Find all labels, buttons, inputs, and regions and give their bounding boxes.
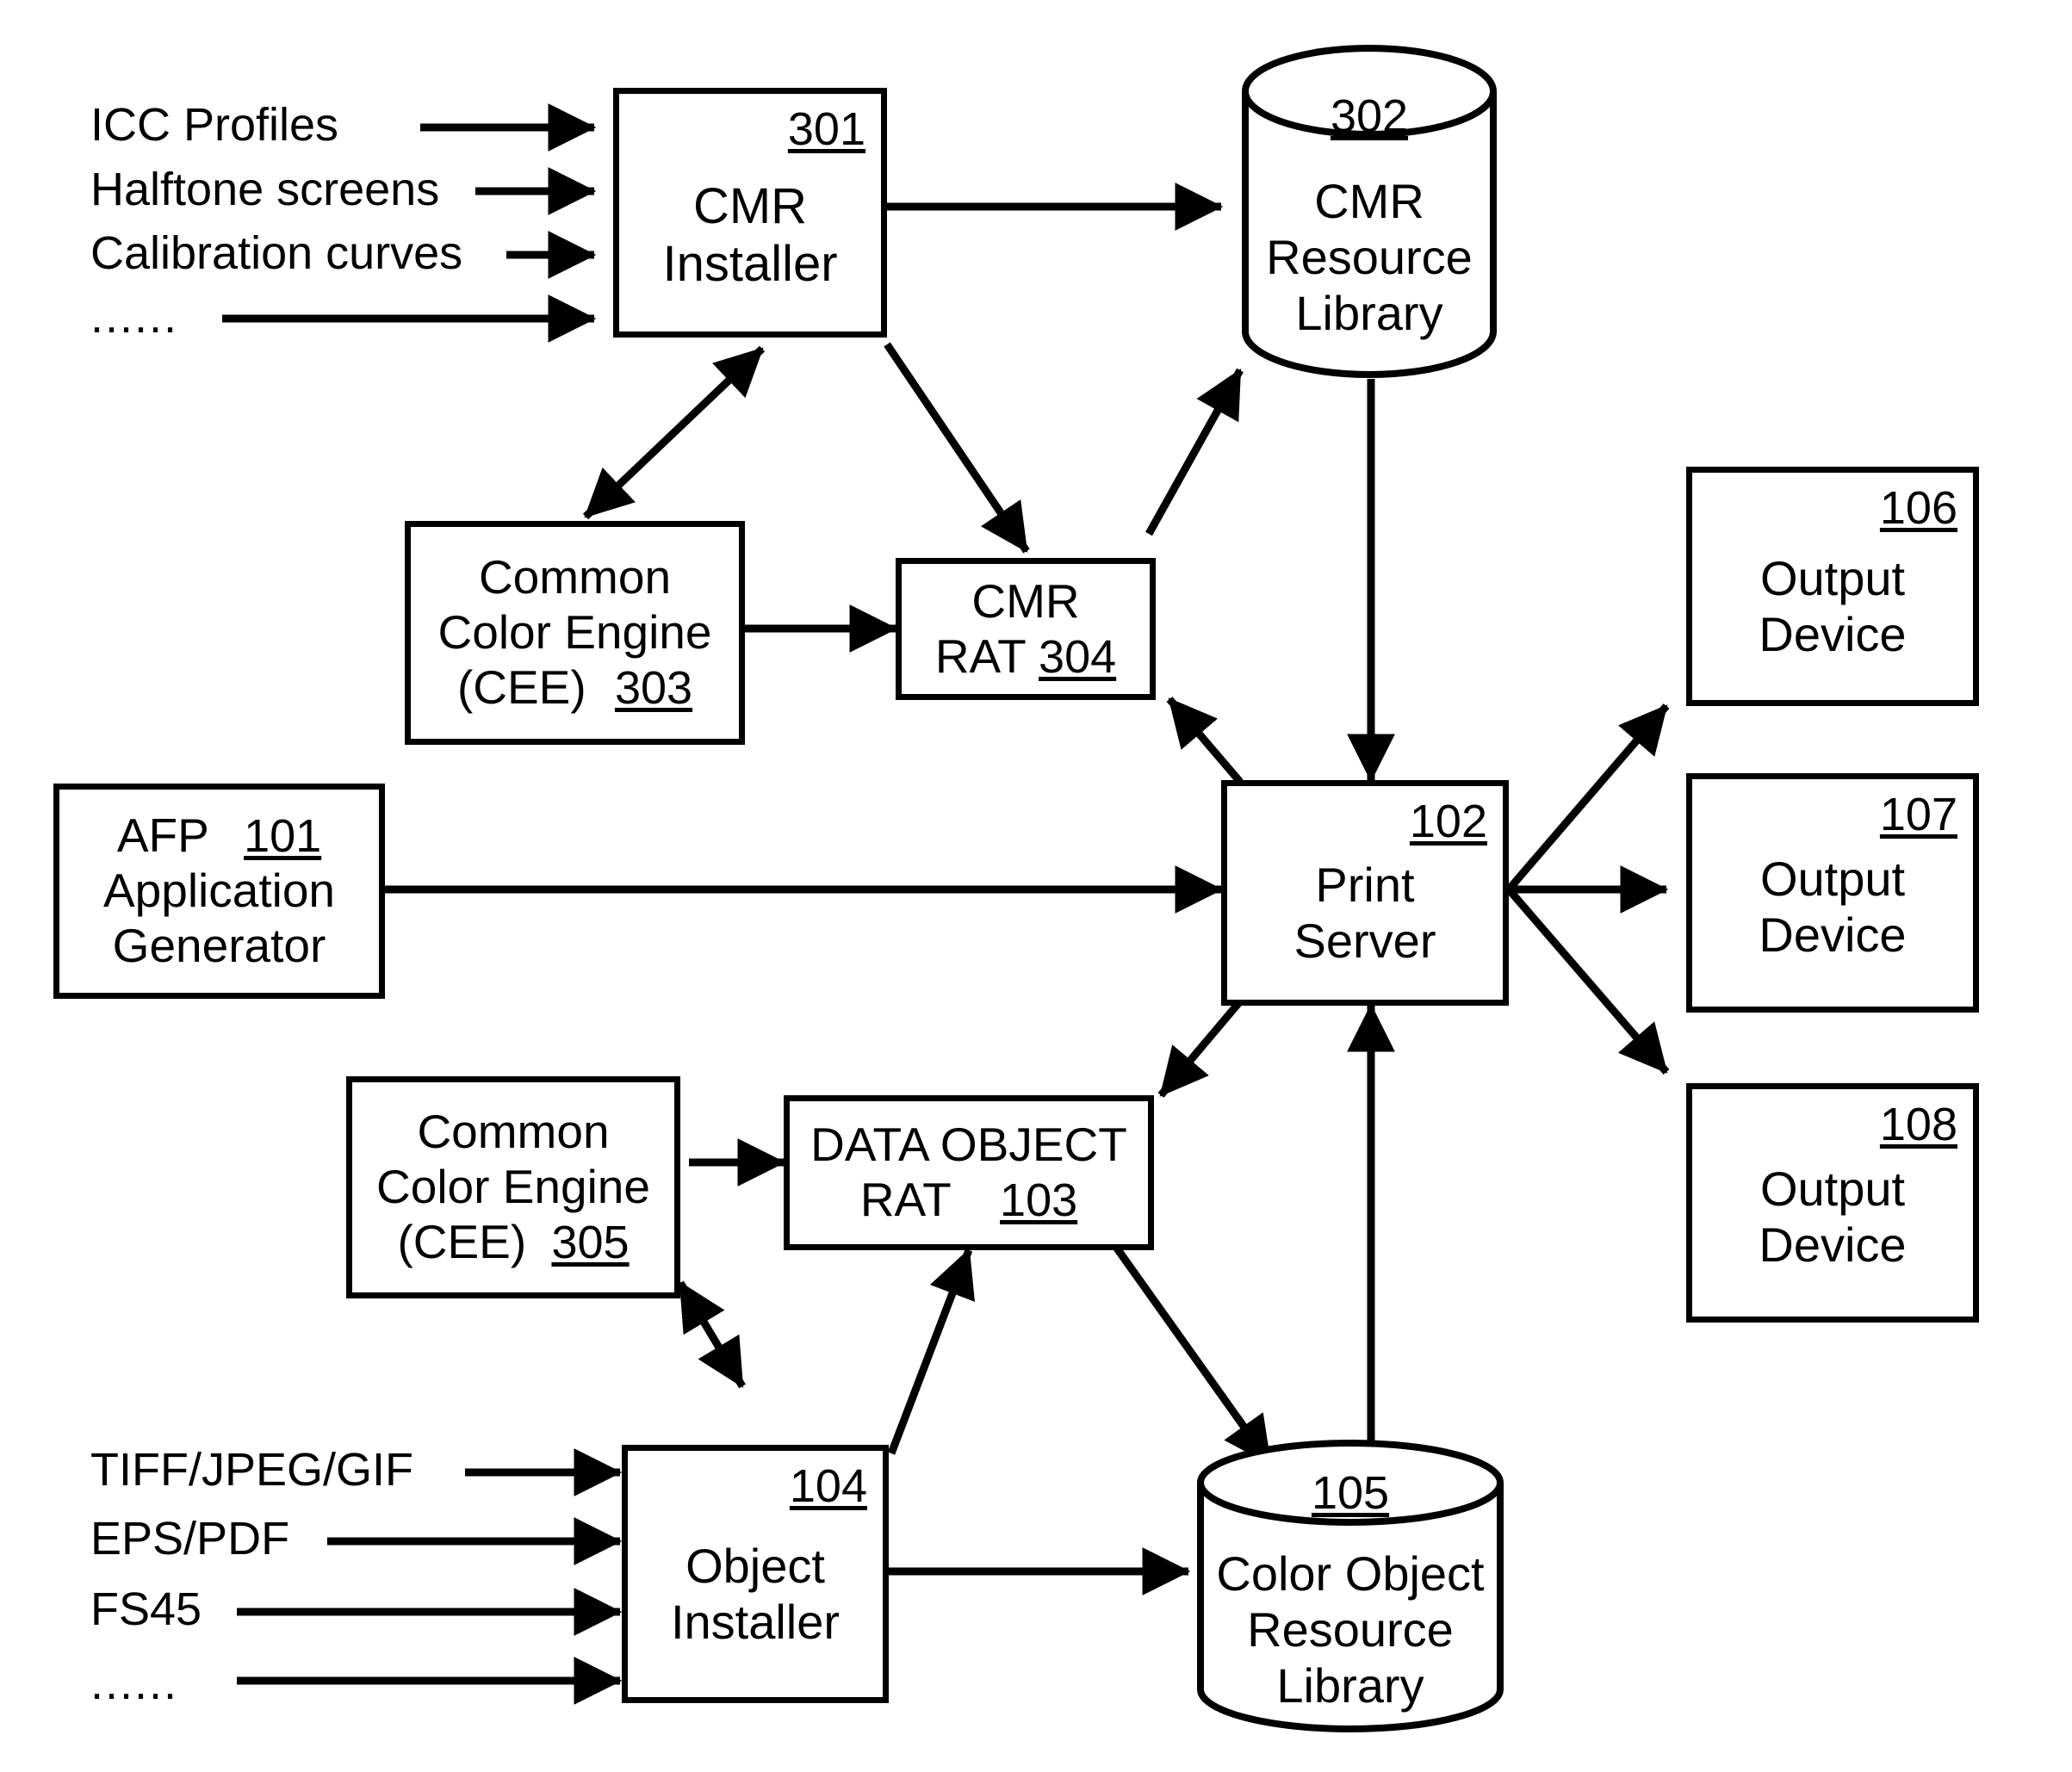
node-common-color-engine-305[interactable]: Common Color Engine (CEE) 305 — [346, 1076, 680, 1298]
node-ref-304: 304 — [1039, 630, 1117, 683]
node-output-device-106[interactable]: 106 Output Device — [1686, 467, 1979, 706]
input-label-fs45: FS45 — [90, 1583, 202, 1635]
node-output-device-108-line1: Output — [1759, 1162, 1906, 1217]
node-color-object-library-line1: Color Object — [1216, 1546, 1485, 1601]
node-afp-application-generator[interactable]: AFP 101 Application Generator — [53, 784, 385, 999]
edge-102-to-304 — [1166, 697, 1244, 784]
node-cmr-resource-library-line3: Library — [1295, 286, 1443, 341]
node-ref-303: 303 — [614, 661, 693, 714]
input-label-top-ellipsis: ...... — [90, 291, 179, 343]
node-output-device-107-line1: Output — [1759, 852, 1906, 907]
node-cmr-installer[interactable]: 301 CMR Installer — [613, 88, 887, 338]
node-output-device-106-line1: Output — [1759, 551, 1906, 606]
input-label-halftone-screens: Halftone screens — [90, 164, 440, 215]
node-cmr-rat-304[interactable]: CMR RAT 304 — [896, 558, 1156, 700]
node-cmr-rat-line2: RAT — [934, 629, 1026, 683]
node-output-device-107[interactable]: 107 Output Device — [1686, 773, 1979, 1013]
node-object-installer-line1: Object — [685, 1539, 825, 1594]
node-ref-106: 106 — [1879, 482, 1957, 534]
edge-305-to-104 — [677, 1280, 746, 1389]
node-data-object-rat-line2: RAT — [859, 1173, 951, 1226]
input-label-icc-profiles: ICC Profiles — [90, 99, 339, 151]
edge-102-to-103 — [1157, 999, 1244, 1098]
edge-301-to-303 — [582, 345, 766, 520]
node-cmr-rat-line1: CMR — [971, 573, 1080, 628]
node-ref-302: 302 — [1330, 90, 1409, 142]
node-output-device-108-line2: Device — [1759, 1217, 1907, 1272]
node-cmr-installer-line2: Installer — [662, 236, 838, 292]
node-ref-101: 101 — [244, 810, 322, 863]
node-output-device-108[interactable]: 108 Output Device — [1686, 1083, 1979, 1323]
figure-canvas: ICC Profiles Halftone screens Calibratio… — [0, 0, 2072, 1772]
node-cee303-line2: Color Engine — [437, 605, 712, 660]
node-print-server-line1: Print — [1315, 858, 1415, 913]
edge-102-to-108 — [1505, 887, 1670, 1075]
node-cee305-line2: Color Engine — [376, 1160, 650, 1214]
input-label-calibration-curves: Calibration curves — [90, 227, 463, 279]
edge-301-to-304 — [884, 342, 1030, 554]
node-cee303-line1: Common — [478, 550, 672, 604]
node-common-color-engine-303[interactable]: Common Color Engine (CEE) 303 — [405, 521, 745, 745]
node-ref-104: 104 — [789, 1460, 867, 1512]
node-ref-107: 107 — [1879, 789, 1957, 840]
node-ref-108: 108 — [1879, 1099, 1957, 1150]
node-print-server-line2: Server — [1293, 914, 1436, 968]
node-color-object-resource-library[interactable]: 105 Color Object Resource Library — [1195, 1438, 1505, 1738]
node-data-object-rat-line1: DATA OBJECT — [810, 1118, 1127, 1172]
node-data-object-rat[interactable]: DATA OBJECT RAT 103 — [784, 1095, 1154, 1250]
node-cee303-line3: (CEE) — [456, 660, 586, 714]
node-ref-102: 102 — [1409, 796, 1487, 847]
node-ref-105: 105 — [1311, 1467, 1390, 1520]
node-afp-line1: AFP — [116, 809, 208, 863]
node-color-object-library-line3: Library — [1276, 1657, 1424, 1713]
node-ref-301: 301 — [787, 103, 865, 155]
input-label-tiff-jpeg-gif: TIFF/JPEG/GIF — [90, 1444, 413, 1496]
node-afp-line2: Application — [102, 864, 336, 918]
node-print-server[interactable]: 102 Print Server — [1221, 780, 1509, 1006]
node-cee305-line3: (CEE) — [397, 1214, 527, 1268]
edge-304-to-302 — [1145, 368, 1244, 536]
node-output-device-107-line2: Device — [1759, 908, 1907, 962]
node-afp-line3: Generator — [112, 918, 326, 972]
node-cmr-resource-library[interactable]: 302 CMR Resource Library — [1240, 41, 1498, 381]
node-output-device-106-line2: Device — [1759, 607, 1907, 661]
node-cmr-resource-library-line2: Resource — [1266, 230, 1473, 285]
node-object-installer[interactable]: 104 Object Installer — [622, 1445, 889, 1703]
node-cee305-line1: Common — [417, 1105, 610, 1159]
node-color-object-library-line2: Resource — [1247, 1602, 1454, 1657]
node-ref-305: 305 — [551, 1216, 630, 1268]
node-cmr-installer-line1: CMR — [692, 177, 808, 234]
node-cmr-resource-library-line1: CMR — [1314, 174, 1424, 229]
input-label-eps-pdf: EPS/PDF — [90, 1513, 290, 1564]
input-label-bottom-ellipsis: ...... — [90, 1657, 179, 1709]
edge-104-to-103 — [887, 1248, 975, 1455]
edge-102-to-106 — [1505, 703, 1670, 892]
node-object-installer-line2: Installer — [670, 1595, 841, 1649]
node-ref-103: 103 — [1000, 1174, 1078, 1226]
edge-103-to-105 — [1107, 1237, 1274, 1466]
